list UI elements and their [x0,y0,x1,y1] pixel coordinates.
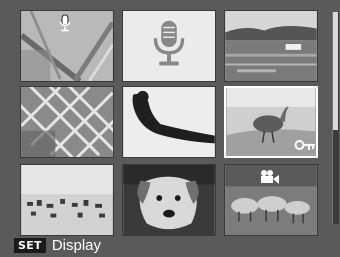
thumbnail-2[interactable] [122,10,216,82]
thumbnail-5[interactable] [122,86,216,158]
thumbnail-6[interactable] [224,86,318,158]
thumbnail-3[interactable] [224,10,318,82]
footer-hint: SET Display [14,236,101,254]
playback-screen: SET Display [0,0,340,257]
thumbnail-image [21,87,113,157]
thumbnail-4[interactable] [20,86,114,158]
thumbnail-7[interactable] [20,164,114,236]
thumbnail-image [225,11,317,81]
microphone-icon [123,11,215,81]
thumbnail-image [21,165,113,235]
display-label: Display [51,236,102,254]
thumbnail-image [123,87,215,157]
thumbnail-1[interactable] [20,10,114,82]
thumbnail-8[interactable] [122,164,216,236]
set-button-badge: SET [14,237,46,253]
scrollbar-thumb[interactable] [333,12,338,130]
key-icon [294,140,315,150]
thumbnail-image [123,165,215,235]
voice-memo-icon [59,14,71,32]
movie-camera-icon [261,170,279,184]
thumbnail-9[interactable] [224,164,318,236]
